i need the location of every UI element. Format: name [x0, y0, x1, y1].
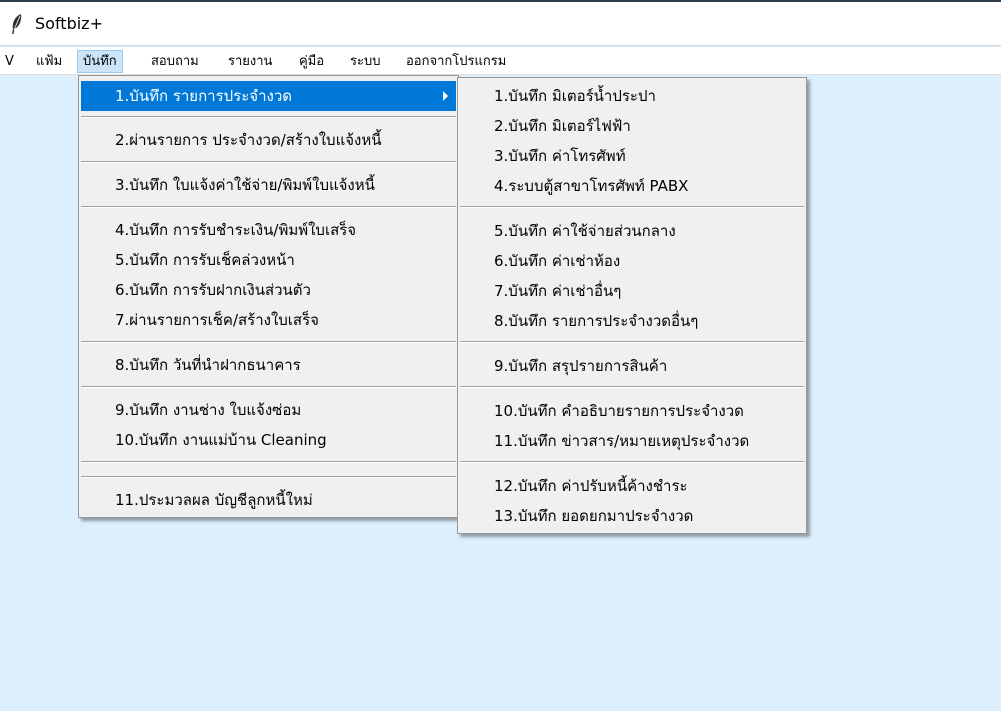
menu-item-expense-notice[interactable]: 3.บันทึก ใบแจ้งค่าใช้จ่าย/พิมพ์ใบแจ้งหนี… [81, 170, 456, 200]
menu-separator [81, 206, 456, 208]
menu-separator [460, 341, 804, 343]
menu-separator [81, 341, 456, 343]
submenu-item-common-fee[interactable]: 5.บันทึก ค่าใช้จ่ายส่วนกลาง [460, 216, 804, 246]
menu-file[interactable]: แฟ้ม [31, 50, 67, 73]
submenu-item-other-rent[interactable]: 7.บันทึก ค่าเช่าอื่นๆ [460, 276, 804, 306]
menu-system[interactable]: ระบบ [345, 50, 385, 73]
menu-manual[interactable]: คู่มือ [294, 50, 329, 73]
menu-item-post-cheque[interactable]: 7.ผ่านรายการเช็ค/สร้างใบเสร็จ [81, 305, 456, 335]
submenu-item-periodic-description[interactable]: 10.บันทึก คำอธิบายรายการประจำงวด [460, 396, 804, 426]
window-title: Softbiz+ [35, 14, 103, 33]
menu-separator [81, 386, 456, 388]
periodic-entries-submenu: 1.บันทึก มิเตอร์น้ำประปา 2.บันทึก มิเตอร… [457, 77, 807, 534]
menu-item-periodic-entries[interactable]: 1.บันทึก รายการประจำงวด [81, 81, 456, 111]
menu-inquiry[interactable]: สอบถาม [146, 50, 204, 73]
submenu-item-periodic-news[interactable]: 11.บันทึก ข่าวสาร/หมายเหตุประจำงวด [460, 426, 804, 456]
menu-separator [81, 116, 456, 118]
menu-item-process-new-debtors[interactable]: 11.ประมวลผล บัญชีลูกหนี้ใหม่ [81, 485, 456, 515]
submenu-item-other-periodic[interactable]: 8.บันทึก รายการประจำงวดอื่นๆ [460, 306, 804, 336]
submenu-item-room-rent[interactable]: 6.บันทึก ค่าเช่าห้อง [460, 246, 804, 276]
submenu-arrow-icon [443, 91, 448, 101]
menu-report[interactable]: รายงาน [223, 50, 277, 73]
submenu-item-phone-charge[interactable]: 3.บันทึก ค่าโทรศัพท์ [460, 141, 804, 171]
submenu-item-late-fee[interactable]: 12.บันทึก ค่าปรับหนี้ค้างชำระ [460, 471, 804, 501]
menu-separator [81, 161, 456, 163]
submenu-item-pabx[interactable]: 4.ระบบตู้สาขาโทรศัพท์ PABX [460, 171, 804, 201]
menu-separator [81, 461, 456, 463]
submenu-item-brought-forward[interactable]: 13.บันทึก ยอดยกมาประจำงวด [460, 501, 804, 531]
menu-record[interactable]: บันทึก [77, 50, 123, 73]
menu-item-cleaning[interactable]: 10.บันทึก งานแม่บ้าน Cleaning [81, 425, 456, 455]
title-bar: Softbiz+ [0, 2, 1001, 46]
menu-item-personal-deposit[interactable]: 6.บันทึก การรับฝากเงินส่วนตัว [81, 275, 456, 305]
menu-item-repair-request[interactable]: 9.บันทึก งานช่าง ใบแจ้งซ่อม [81, 395, 456, 425]
menu-item-bank-deposit-date[interactable]: 8.บันทึก วันที่นำฝากธนาคาร [81, 350, 456, 380]
submenu-item-product-summary[interactable]: 9.บันทึก สรุปรายการสินค้า [460, 351, 804, 381]
submenu-item-electric-meter[interactable]: 2.บันทึก มิเตอร์ไฟฟ้า [460, 111, 804, 141]
menu-v[interactable]: V [0, 50, 19, 73]
menu-item-receive-payment[interactable]: 4.บันทึก การรับชำระเงิน/พิมพ์ใบเสร็จ [81, 215, 456, 245]
menu-item-post-dated-cheque[interactable]: 5.บันทึก การรับเช็คล่วงหน้า [81, 245, 456, 275]
submenu-item-water-meter[interactable]: 1.บันทึก มิเตอร์น้ำประปา [460, 81, 804, 111]
menu-bar: V แฟ้ม บันทึก สอบถาม รายงาน คู่มือ ระบบ … [0, 47, 1001, 75]
menu-item-label: 1.บันทึก รายการประจำงวด [115, 87, 292, 105]
menu-exit[interactable]: ออกจากโปรแกรม [401, 50, 511, 73]
menu-item-post-periodic[interactable]: 2.ผ่านรายการ ประจำงวด/สร้างใบแจ้งหนี้ [81, 125, 456, 155]
menu-separator [460, 461, 804, 463]
menu-separator [81, 476, 456, 478]
feather-icon [12, 14, 22, 34]
record-dropdown-menu: 1.บันทึก รายการประจำงวด 2.ผ่านรายการ ประ… [78, 75, 459, 518]
menu-separator [460, 386, 804, 388]
menu-separator [460, 206, 804, 208]
